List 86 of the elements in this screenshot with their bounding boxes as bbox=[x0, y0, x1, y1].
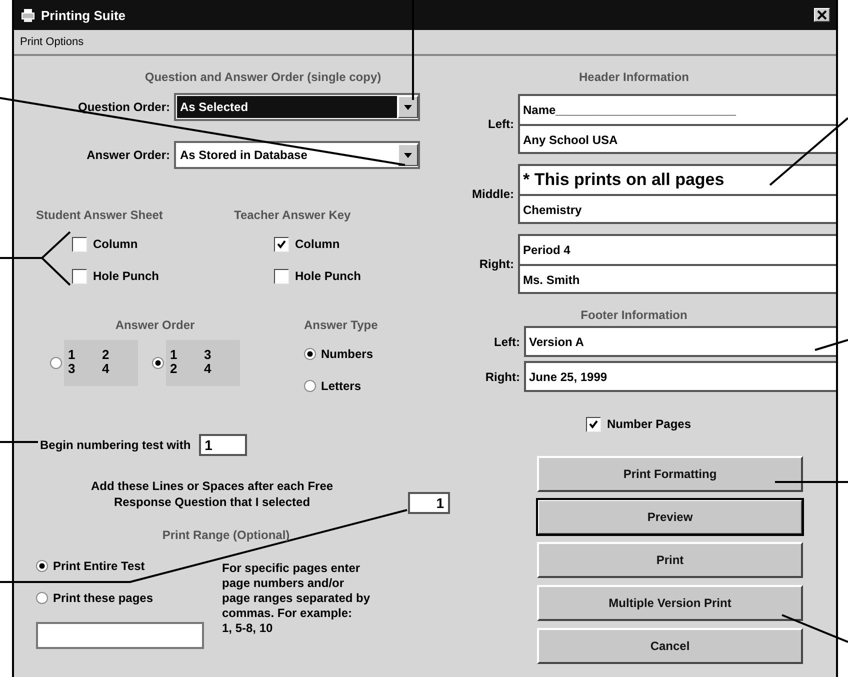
radio-button[interactable] bbox=[50, 357, 62, 369]
checkbox[interactable] bbox=[586, 416, 601, 432]
dropdown[interactable]: As Stored in Database bbox=[174, 141, 420, 169]
layout-number: 3 bbox=[204, 348, 212, 362]
dropdown-arrow-button[interactable] bbox=[398, 144, 418, 166]
layout-number: 2 bbox=[102, 348, 110, 362]
section-heading: Answer Order bbox=[114, 318, 196, 332]
checkbox[interactable] bbox=[72, 236, 87, 252]
dialog-button[interactable]: Cancel bbox=[537, 628, 803, 664]
radio-label: Numbers bbox=[321, 347, 374, 361]
radio-option[interactable]: Print these pages bbox=[36, 588, 204, 608]
layout-number: 2 bbox=[170, 362, 178, 376]
layout-number: 1 bbox=[68, 348, 76, 362]
radio-label: Print these pages bbox=[53, 591, 154, 605]
input-field[interactable]: Name___________________________ bbox=[520, 96, 836, 124]
field-label: Right: bbox=[478, 257, 515, 271]
field-label: Left: bbox=[487, 117, 515, 131]
dropdown-value: As Selected bbox=[177, 96, 397, 118]
checkbox[interactable] bbox=[274, 236, 289, 252]
radio-button[interactable] bbox=[36, 592, 48, 604]
checkbox-label: Column bbox=[93, 237, 138, 251]
checkbox-label: Hole Punch bbox=[93, 269, 160, 283]
input-field[interactable]: June 25, 1999 bbox=[524, 361, 836, 392]
check-icon bbox=[589, 420, 598, 428]
dropdown-value: As Stored in Database bbox=[179, 147, 308, 164]
field-label: Begin numbering test with bbox=[40, 438, 191, 452]
checkbox[interactable] bbox=[72, 268, 87, 284]
caret-icon bbox=[404, 104, 412, 110]
input-field[interactable]: Chemistry bbox=[520, 194, 836, 222]
field-label: Answer Order: bbox=[86, 148, 171, 162]
radio-option[interactable]: Print Entire Test bbox=[36, 556, 204, 576]
menu-item[interactable]: Print Options bbox=[20, 36, 84, 48]
dialog-button[interactable]: Multiple Version Print bbox=[537, 585, 803, 621]
checkbox-label: Column bbox=[295, 237, 340, 251]
input-field[interactable]: Period 4 bbox=[520, 236, 836, 264]
section-heading: Student Answer Sheet bbox=[36, 208, 164, 222]
section-heading: Header Information bbox=[578, 70, 690, 84]
checkbox-option[interactable]: Column bbox=[72, 234, 234, 254]
layout-number: 3 bbox=[68, 362, 76, 376]
input-field[interactable]: 1 bbox=[198, 434, 247, 456]
printer-icon bbox=[20, 7, 36, 23]
input-field[interactable]: 1 bbox=[408, 492, 450, 514]
radio-option[interactable]: Numbers bbox=[304, 344, 378, 364]
radio-button[interactable] bbox=[152, 357, 164, 369]
layout-number: 4 bbox=[102, 362, 110, 376]
caret-icon bbox=[404, 152, 412, 158]
close-icon bbox=[817, 10, 827, 20]
field-label: Question Order: bbox=[76, 100, 171, 114]
input-field[interactable]: * This prints on all pages bbox=[520, 166, 836, 194]
checkbox-option[interactable]: Number Pages bbox=[586, 414, 836, 434]
checkbox-label: Number Pages bbox=[607, 417, 692, 431]
dialog-button[interactable]: Print Formatting bbox=[537, 456, 803, 492]
input-field[interactable]: Any School USA bbox=[520, 124, 836, 152]
input-field[interactable]: Ms. Smith bbox=[520, 264, 836, 292]
field-label: Middle: bbox=[471, 187, 515, 201]
checkbox[interactable] bbox=[274, 268, 289, 284]
radio-button[interactable] bbox=[36, 560, 48, 572]
section-heading: Answer Type bbox=[304, 318, 378, 332]
checkbox-label: Hole Punch bbox=[295, 269, 362, 283]
field-label: Add these Lines or Spaces after each Free Response Question that I selected bbox=[90, 478, 334, 510]
radio-button[interactable] bbox=[304, 380, 316, 392]
window-title: Printing Suite bbox=[41, 8, 126, 22]
dialog-button[interactable]: Preview bbox=[537, 499, 803, 535]
close-button[interactable] bbox=[814, 8, 830, 22]
help-text: For specific pages enter page numbers and/or page ranges separated by commas. For example: 1, 5-8, 10 bbox=[222, 560, 370, 637]
check-icon bbox=[277, 240, 286, 248]
section-heading: Print Range (Optional) bbox=[161, 528, 291, 542]
dropdown-arrow-button[interactable] bbox=[398, 96, 418, 118]
radio-button[interactable] bbox=[304, 348, 316, 360]
field-label: Right: bbox=[484, 370, 521, 384]
dialog-button[interactable]: Print bbox=[537, 542, 803, 578]
section-heading: Question and Answer Order (single copy) bbox=[144, 70, 382, 84]
radio-label: Print Entire Test bbox=[53, 559, 145, 573]
layout-number: 4 bbox=[204, 362, 212, 376]
section-heading: Footer Information bbox=[580, 308, 688, 322]
section-heading: Teacher Answer Key bbox=[234, 208, 352, 222]
input-field[interactable]: Version A bbox=[524, 326, 836, 357]
checkbox-option[interactable]: Hole Punch bbox=[274, 266, 432, 286]
checkbox-option[interactable]: Column bbox=[274, 234, 432, 254]
field-label: Left: bbox=[493, 334, 521, 348]
input-field[interactable] bbox=[36, 622, 204, 649]
radio-label: Letters bbox=[321, 379, 362, 393]
layout-number: 1 bbox=[170, 348, 178, 362]
radio-option[interactable]: Letters bbox=[304, 376, 378, 396]
checkbox-option[interactable]: Hole Punch bbox=[72, 266, 234, 286]
dropdown[interactable]: As Selected bbox=[174, 93, 420, 121]
